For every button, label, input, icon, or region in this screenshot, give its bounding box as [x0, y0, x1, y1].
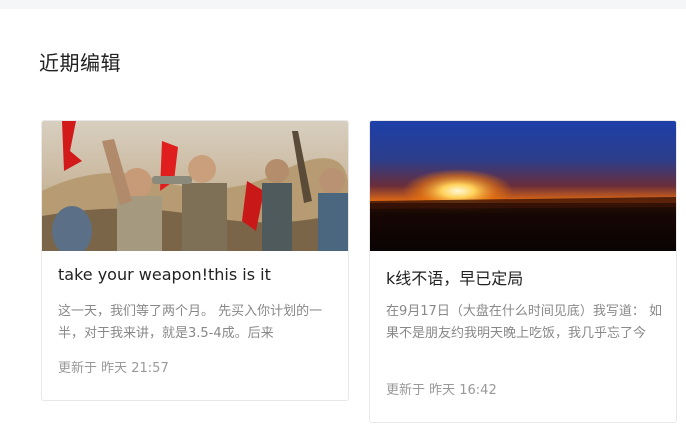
article-thumbnail-image[interactable]: [370, 121, 676, 251]
article-thumbnail-image[interactable]: [42, 121, 348, 251]
article-excerpt: 这一天，我们等了两个月。 先买入你计划的一半，对于我来讲，就是3.5-4成。后来: [58, 304, 323, 341]
section-title: 近期编辑: [39, 51, 121, 75]
top-divider-strip: [0, 0, 686, 9]
article-title[interactable]: k线不语，早已定局: [386, 265, 523, 289]
article-card[interactable]: k线不语，早已定局 在9月17日（大盘在什么时间见底）我写道： 如果不是朋友约我…: [369, 120, 677, 423]
article-title[interactable]: take your weapon!this is it: [58, 265, 271, 284]
article-excerpt: 在9月17日（大盘在什么时间见底）我写道： 如果不是朋友约我明天晚上吃饭，我几乎…: [386, 304, 662, 341]
article-updated-time: 更新于 昨天 16:42: [386, 383, 497, 398]
article-card[interactable]: take your weapon!this is it 这一天，我们等了两个月。…: [41, 120, 349, 401]
article-updated-time: 更新于 昨天 21:57: [58, 361, 169, 376]
